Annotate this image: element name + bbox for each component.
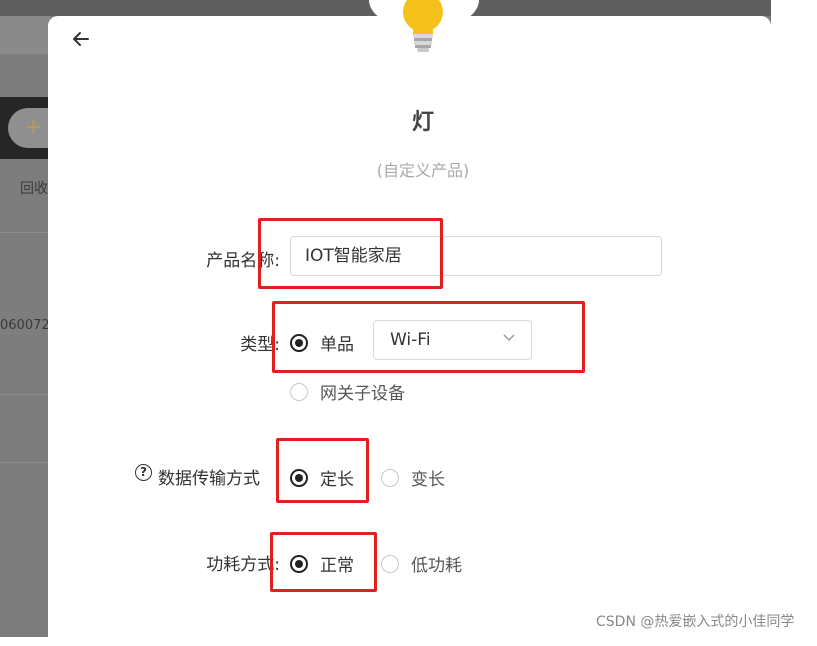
power-mode-label: 功耗方式: <box>206 555 280 575</box>
product-title: 灯 <box>411 110 434 135</box>
watermark: CSDN @热爱嵌入式的小佳同学 <box>596 614 795 630</box>
data-transfer-radio-variable[interactable]: 变长 <box>381 465 445 490</box>
radio-unchecked-icon <box>290 382 308 401</box>
type-label: 类型: <box>240 335 280 355</box>
right-margin <box>771 0 817 637</box>
radio-unchecked-icon <box>381 468 399 487</box>
background-partial-text: 060072 <box>0 318 50 333</box>
annotation-box <box>270 532 377 592</box>
plus-icon: + <box>24 115 43 140</box>
light-bulb-icon <box>403 0 443 52</box>
background-divider <box>0 232 50 233</box>
question-circle-icon[interactable]: ? <box>135 464 152 481</box>
annotation-box <box>276 438 369 503</box>
back-arrow-icon[interactable] <box>70 28 92 50</box>
annotation-box <box>272 301 585 373</box>
background-divider <box>0 394 50 395</box>
type-option-label: 网关子设备 <box>320 384 405 404</box>
background-partial-text: 回收 <box>20 181 48 197</box>
product-subtitle: (自定义产品) <box>376 161 470 180</box>
radio-unchecked-icon <box>381 554 399 573</box>
power-mode-radio-low[interactable]: 低功耗 <box>381 551 462 576</box>
background-band <box>0 16 50 54</box>
power-mode-option-label: 低功耗 <box>411 556 462 576</box>
annotation-box <box>258 218 443 289</box>
data-transfer-option-label: 变长 <box>411 470 445 490</box>
background-divider <box>0 462 50 463</box>
data-transfer-label: 数据传输方式 <box>158 469 260 489</box>
type-radio-gateway[interactable]: 网关子设备 <box>290 379 405 404</box>
